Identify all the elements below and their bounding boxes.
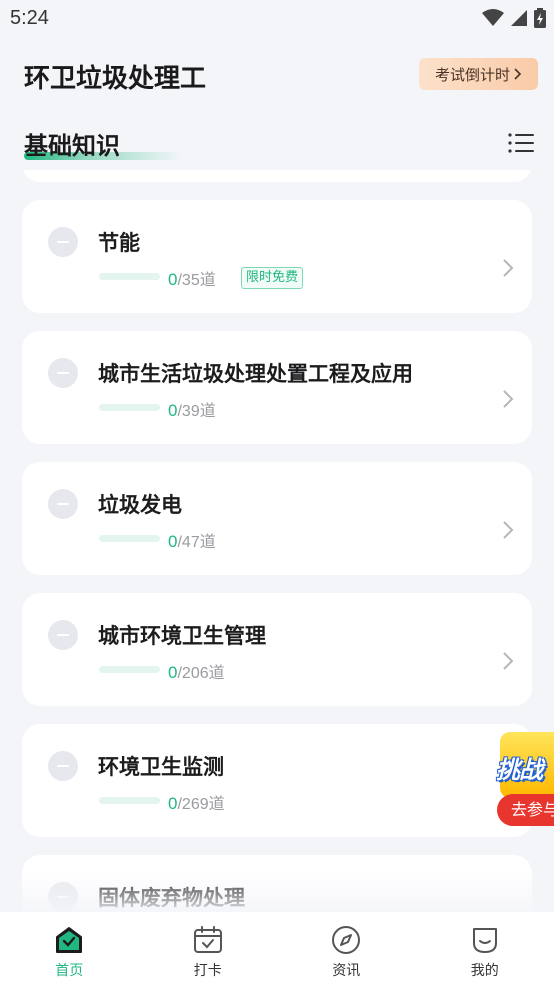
progress-bar (99, 404, 160, 411)
signal-icon (511, 10, 527, 26)
exam-countdown-label: 考试倒计时 (434, 65, 510, 84)
course-card[interactable]: 垃圾发电 0/47道 (22, 462, 532, 575)
progress-bar (99, 273, 160, 280)
home-icon (56, 927, 83, 953)
challenge-join-button[interactable]: 去参与 (497, 794, 554, 826)
course-card[interactable]: 城市生活垃圾处理处置工程及应用 0/39道 (22, 331, 532, 444)
collapse-toggle-icon[interactable] (48, 358, 78, 388)
course-title: 城市环境卫生管理 (98, 624, 266, 648)
page-title: 环卫垃圾处理工 (24, 64, 207, 94)
collapse-toggle-icon[interactable] (48, 489, 78, 519)
collapse-toggle-icon[interactable] (48, 227, 78, 257)
chevron-right-icon[interactable] (502, 520, 514, 540)
chevron-right-icon[interactable] (502, 651, 514, 671)
course-card[interactable]: 节能 0/35道 限时免费 (22, 200, 532, 313)
nav-item-home[interactable]: 首页 (0, 912, 138, 980)
collapse-toggle-icon[interactable] (48, 751, 78, 781)
nav-item-checkin[interactable]: 打卡 (139, 912, 277, 980)
collapse-toggle-icon[interactable] (48, 620, 78, 650)
exam-countdown-button[interactable]: 考试倒计时 (419, 58, 538, 90)
question-count: 0/39道 (168, 401, 216, 420)
collapse-toggle-icon[interactable] (48, 882, 78, 912)
question-count: 0/206道 (168, 663, 225, 682)
course-list[interactable]: 节能 0/35道 限时免费 城市生活垃圾处理处置工程及应用 0/39道 垃圾发电… (0, 170, 554, 912)
nav-label: 打卡 (193, 963, 222, 979)
question-count: 0/269道 (168, 794, 225, 813)
nav-item-news[interactable]: 资讯 (277, 912, 415, 980)
wifi-icon (482, 9, 504, 26)
list-menu-icon[interactable] (508, 132, 534, 154)
question-count: 0/47道 (168, 532, 216, 551)
question-count: 0/35道 (168, 270, 216, 289)
nav-label: 首页 (55, 963, 84, 979)
bottom-nav: 首页 打卡 资讯 我的 (0, 912, 554, 984)
course-title: 垃圾发电 (98, 493, 182, 517)
course-card[interactable]: 固体废弃物处理 (22, 855, 532, 912)
course-card[interactable]: 环境卫生监测 0/269道 (22, 724, 532, 837)
course-card[interactable]: 城市环境卫生管理 0/206道 (22, 593, 532, 706)
compass-icon (332, 926, 361, 954)
course-card-partial[interactable] (22, 170, 532, 182)
calendar-check-icon (193, 926, 222, 953)
challenge-float-button[interactable]: 挑战 去参与 (494, 720, 554, 830)
challenge-title: 挑战 (496, 756, 543, 784)
section-title: 基础知识 (24, 132, 120, 160)
nav-item-profile[interactable]: 我的 (416, 912, 554, 980)
free-badge: 限时免费 (241, 267, 304, 289)
chevron-right-icon[interactable] (502, 258, 514, 278)
profile-icon (472, 928, 497, 953)
status-time: 5:24 (10, 7, 49, 29)
nav-label: 资讯 (332, 963, 361, 979)
status-icons (482, 8, 546, 28)
course-title: 固体废弃物处理 (98, 886, 245, 910)
course-title: 节能 (98, 231, 140, 255)
progress-bar (99, 666, 160, 673)
chevron-right-icon (514, 68, 522, 80)
chevron-right-icon[interactable] (502, 389, 514, 409)
progress-bar (99, 535, 160, 542)
course-title: 城市生活垃圾处理处置工程及应用 (98, 362, 413, 386)
progress-bar (99, 797, 160, 804)
nav-label: 我的 (470, 963, 499, 979)
battery-icon (534, 8, 546, 28)
status-bar: 5:24 (0, 0, 554, 40)
course-title: 环境卫生监测 (98, 755, 224, 779)
